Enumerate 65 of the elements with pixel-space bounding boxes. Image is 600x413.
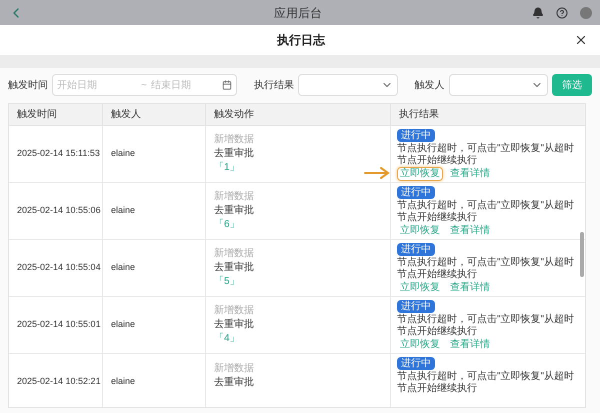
user-cell-text: elaine [111,318,136,332]
action-link[interactable]: 查看详情 [447,224,493,238]
status-badge: 进行中 [397,186,435,199]
avatar[interactable] [580,6,592,18]
filter-label: 执行结果 [254,78,294,92]
status-message: 节点执行超时，可点击"立即恢复"从超时节点开始继续执行 [397,314,576,338]
date-range-field[interactable]: 开始日期 ~ 结束日期 [52,74,238,96]
time-cell-text: 2025-02-14 10:55:04 [17,261,101,274]
user-cell-text: elaine [111,261,136,274]
column-header: 执行结果 [399,108,439,122]
action-type: 新增数据 [214,362,255,376]
filter-label: 触发时间 [8,78,48,92]
filter-button[interactable]: 筛选 [552,74,592,96]
action-name: 去重审批 [214,261,255,275]
range-separator: ~ [140,78,148,92]
dialog-title: 执行日志 [276,32,326,49]
action-link[interactable]: 立即恢复 [397,338,443,352]
time-cell-text: 2025-02-14 10:55:01 [17,318,101,332]
status-message: 节点执行超时，可点击"立即恢复"从超时节点开始继续执行 [397,200,576,224]
record-link[interactable]: 「6」 [214,218,382,232]
action-type: 新增数据 [214,247,255,261]
status-badge: 进行中 [397,243,435,256]
column-header: 触发动作 [214,108,254,122]
user-cell-text: elaine [111,375,136,388]
action-type: 新增数据 [214,304,255,318]
action-link[interactable]: 立即恢复 [397,281,443,295]
status-badge: 进行中 [397,357,435,370]
action-link[interactable]: 立即恢复 [397,167,443,181]
status-message: 节点执行超时，可点击"立即恢复"从超时节点开始继续执行 [397,371,576,395]
help-icon[interactable] [556,6,568,18]
action-link[interactable]: 查看详情 [447,167,493,181]
status-message: 节点执行超时，可点击"立即恢复"从超时节点开始继续执行 [397,257,576,281]
status-message: 节点执行超时，可点击"立即恢复"从超时节点开始继续执行 [397,143,576,167]
time-cell-text: 2025-02-14 15:11:53 [17,147,100,160]
trigger-select[interactable] [448,74,548,96]
record-link[interactable]: 「5」 [214,275,382,289]
calendar-icon [222,80,232,90]
record-link[interactable]: 「1」 [214,161,382,175]
record-link[interactable]: 「4」 [214,332,382,346]
user-cell-text: elaine [111,147,136,160]
end-date-placeholder: 结束日期 [150,78,192,92]
close-icon[interactable] [574,33,588,47]
app-title: 应用后台 [273,4,323,22]
column-header: 触发人 [111,108,141,122]
pointer-arrow-icon [364,167,390,179]
action-name: 去重审批 [214,318,255,332]
user-cell-text: elaine [111,204,136,218]
action-link[interactable]: 查看详情 [447,281,493,295]
start-date-placeholder: 开始日期 [57,78,98,92]
action-type: 新增数据 [214,133,255,147]
status-badge: 进行中 [397,129,435,142]
action-name: 去重审批 [214,376,255,390]
column-header: 触发时间 [17,108,57,122]
action-link[interactable]: 立即恢复 [397,224,443,238]
action-name: 去重审批 [214,204,255,218]
time-cell-text: 2025-02-14 10:52:21 [17,375,101,388]
filter-label: 触发人 [414,78,445,92]
action-name: 去重审批 [214,147,255,161]
action-type: 新增数据 [214,190,255,204]
scrollbar-thumb[interactable] [580,232,584,277]
result-select[interactable] [298,74,398,96]
status-badge: 进行中 [397,300,435,313]
bell-icon[interactable] [532,6,544,18]
action-link[interactable]: 查看详情 [447,338,493,352]
time-cell-text: 2025-02-14 10:55:06 [17,204,101,218]
